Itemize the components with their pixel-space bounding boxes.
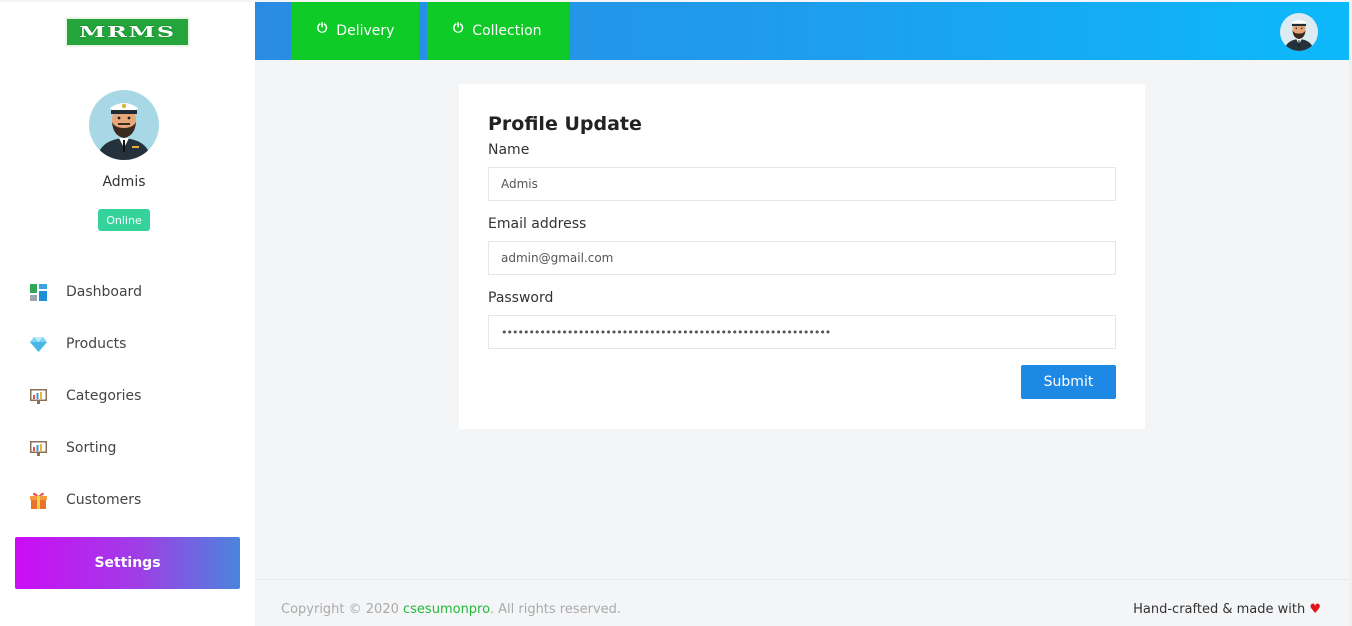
profile-name: Admis [102,174,146,190]
profile-avatar [89,90,159,160]
tab-collection[interactable]: ⏻ Collection [427,2,569,60]
profile-update-card: Profile Update Name Email address Passwo… [459,84,1145,429]
diamond-icon [29,335,47,353]
sidebar-item-label: Sorting [66,440,117,456]
tab-delivery[interactable]: ⏻ Delivery [291,2,419,60]
copyright-prefix: Copyright © 2020 [281,602,404,617]
copyright-brand-link[interactable]: csesumonpro [403,602,490,617]
password-label: Password [488,290,554,306]
sidebar-nav: Dashboard Products Categories Sorting Cu… [0,266,255,526]
sidebar-item-dashboard[interactable]: Dashboard [0,266,255,318]
tab-label: Collection [472,23,542,39]
brand-logo-text: MRMS [79,23,176,41]
power-icon: ⏻ [317,20,328,36]
footer: Copyright © 2020 csesumonpro. All rights… [255,579,1349,626]
made-with-label: Hand-crafted & made with [1133,602,1310,617]
settings-button[interactable]: Settings [15,537,240,589]
password-field[interactable] [488,315,1116,349]
made-with-text: Hand-crafted & made with ♥ [1133,602,1321,617]
top-bar: ⏻ Delivery ⏻ Collection [255,2,1349,60]
sidebar-item-label: Categories [66,388,142,404]
sidebar-item-products[interactable]: Products [0,318,255,370]
sidebar-item-label: Dashboard [66,284,142,300]
sidebar-item-label: Products [66,336,127,352]
sidebar-item-categories[interactable]: Categories [0,370,255,422]
email-field[interactable] [488,241,1116,275]
submit-button[interactable]: Submit [1021,365,1116,399]
sidebar-item-customers[interactable]: Customers [0,474,255,526]
copyright-text: Copyright © 2020 csesumonpro. All rights… [281,602,621,617]
tab-label: Delivery [336,23,395,39]
email-label: Email address [488,216,587,232]
chart-board-icon [29,439,47,457]
user-avatar[interactable] [1280,13,1318,51]
copyright-suffix: . All rights reserved. [489,602,622,617]
sidebar-item-label: Customers [66,492,142,508]
sidebar: MRMS Admis Online Dashboard Products Cat… [0,2,255,626]
page-title: Profile Update [488,113,642,135]
brand-logo[interactable]: MRMS [65,17,190,47]
dashboard-icon [29,283,47,301]
heart-icon: ♥ [1309,602,1321,617]
sidebar-item-sorting[interactable]: Sorting [0,422,255,474]
name-label: Name [488,142,530,158]
name-field[interactable] [488,167,1116,201]
status-badge: Online [98,209,150,231]
chart-board-icon [29,387,47,405]
gift-icon [29,491,47,509]
power-icon: ⏻ [453,20,464,36]
